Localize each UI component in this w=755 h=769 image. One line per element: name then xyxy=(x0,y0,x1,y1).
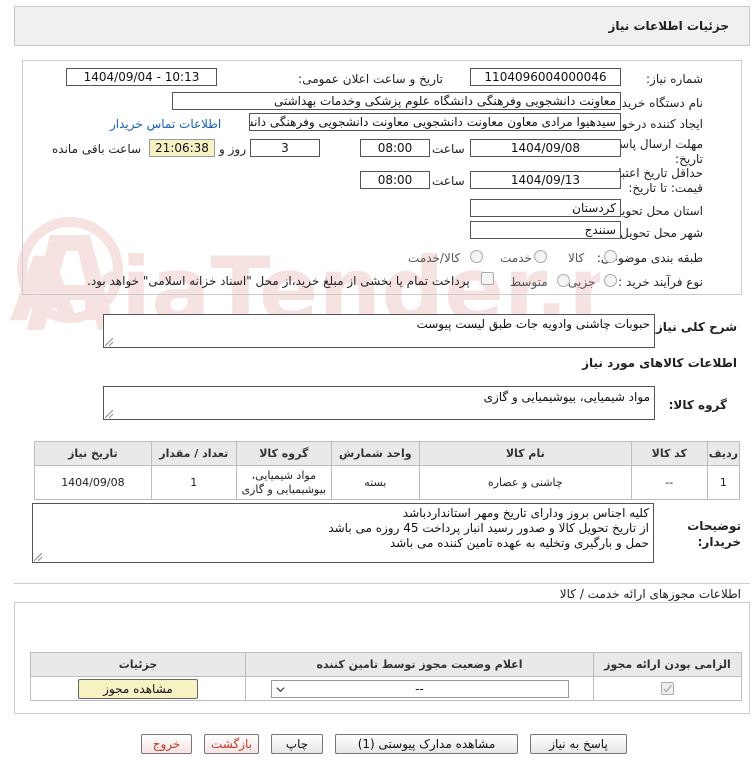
announce-date-label: تاریخ و ساعت اعلان عمومی: xyxy=(298,72,443,86)
respond-to-need-button[interactable]: پاسخ به نیاز xyxy=(530,734,627,754)
days-remaining-field: 3 xyxy=(250,139,320,157)
deadline-label-2: تاریخ: xyxy=(675,152,703,166)
view-permit-button[interactable]: مشاهده مجوز xyxy=(78,678,198,699)
city-label: شهر محل تحویل: xyxy=(616,226,703,240)
buyer-notes-label-2: خریدار: xyxy=(697,535,741,549)
category-service-radio[interactable] xyxy=(534,250,547,263)
category-goods-service-label: کالا/خدمت xyxy=(408,251,461,265)
col-header-permit-details: جزئیات xyxy=(30,652,246,677)
cell-quantity: 1 xyxy=(150,465,237,500)
resize-grip-icon[interactable] xyxy=(105,338,113,346)
col-header-item-name: نام کالا xyxy=(418,441,632,466)
requester-field: سیدهیوا مرادی معاون معاونت دانشجویی معاو… xyxy=(249,113,621,131)
buyer-notes-label: توضیحات xyxy=(687,519,741,533)
permits-table-header: الزامی بودن ارائه مجوز اعلام وضعیت مجوز … xyxy=(30,652,742,677)
buyer-note-line: کلیه اجناس بروز ودارای تاریخ ومهر استاند… xyxy=(402,506,649,520)
need-number-field: 1104096004000046 xyxy=(470,68,621,86)
province-label: استان محل تحویل: xyxy=(608,204,703,218)
announce-date-field: 1404/09/04 - 10:13 xyxy=(66,68,217,86)
cell-unit: بسته xyxy=(330,465,420,500)
col-header-need-date: تاریخ نیاز xyxy=(34,441,152,466)
cell-permit-details: مشاهده مجوز xyxy=(30,676,246,701)
goods-section-title: اطلاعات کالاهای مورد نیاز xyxy=(582,356,737,370)
process-medium-radio[interactable] xyxy=(557,274,570,287)
category-goods-radio[interactable] xyxy=(604,250,617,263)
validity-time-field: 08:00 xyxy=(360,171,430,189)
cell-permit-required xyxy=(593,676,742,701)
col-header-quantity: تعداد / مقدار xyxy=(150,441,237,466)
goods-table-header: ردیف کد کالا نام کالا واحد شمارش گروه کا… xyxy=(34,441,741,466)
col-header-item-group: گروه کالا xyxy=(235,441,332,466)
validity-date-field: 1404/09/13 xyxy=(470,171,621,189)
col-header-permit-required: الزامی بودن ارائه مجوز xyxy=(593,652,742,677)
goods-group-label: گروه کالا: xyxy=(668,398,727,412)
category-goods-label: کالا xyxy=(568,251,585,265)
permits-section-title: اطلاعات مجوزهای ارائه خدمت / کالا xyxy=(559,587,741,601)
days-and-label: روز و xyxy=(219,142,246,156)
cell-permit-status: -- xyxy=(245,676,594,701)
remaining-time-label: ساعت باقی مانده xyxy=(52,142,142,156)
table-row: -- مشاهده مجوز xyxy=(30,676,742,701)
col-header-unit: واحد شمارش xyxy=(330,441,420,466)
deadline-time-field: 08:00 xyxy=(360,139,430,157)
section-divider xyxy=(14,583,750,584)
col-header-item-code: کد کالا xyxy=(630,441,708,466)
permit-required-checkbox[interactable] xyxy=(661,682,674,695)
permit-status-value: -- xyxy=(415,681,424,696)
cell-item-code: -- xyxy=(630,465,708,500)
print-button[interactable]: چاپ xyxy=(271,734,323,754)
treasury-payment-checkbox[interactable] xyxy=(481,272,494,285)
buyer-org-field: معاونت دانشجویی وفرهنگی دانشگاه علوم پزش… xyxy=(172,92,621,110)
chevron-down-icon xyxy=(275,686,285,692)
permit-status-select[interactable]: -- xyxy=(270,679,569,698)
buyer-contact-link[interactable]: اطلاعات تماس خریدار xyxy=(110,117,221,131)
permits-table: الزامی بودن ارائه مجوز اعلام وضعیت مجوز … xyxy=(30,652,742,701)
process-minor-label: جزیی xyxy=(568,275,596,289)
summary-textarea: حبوبات چاشنی وادویه جات طبق لیست پیوست xyxy=(103,314,655,348)
need-number-label: شماره نیاز: xyxy=(646,72,703,86)
buyer-note-line: از تاریخ تحویل کالا و صدور رسید انبار پر… xyxy=(328,521,649,535)
cell-row-number: 1 xyxy=(706,465,741,500)
deadline-date-field: 1404/09/08 xyxy=(470,139,621,157)
category-goods-service-radio[interactable] xyxy=(470,250,483,263)
resize-grip-icon[interactable] xyxy=(34,553,42,561)
panel-title: جزئیات اطلاعات نیاز xyxy=(608,19,729,33)
panel-header: جزئیات اطلاعات نیاز xyxy=(14,6,750,46)
process-type-label: نوع فرآیند خرید : xyxy=(618,275,703,289)
deadline-time-label: ساعت xyxy=(432,142,465,156)
buyer-org-label: نام دستگاه خریدار: xyxy=(608,96,704,110)
process-medium-label: متوسط xyxy=(510,275,548,289)
table-row: 1 -- چاشنی و عصاره بسته مواد شیمیایی، بی… xyxy=(34,465,741,500)
remaining-time-field: 21:06:38 xyxy=(149,139,215,157)
summary-label: شرح کلی نیاز: xyxy=(651,320,737,334)
cell-need-date: 1404/09/08 xyxy=(34,465,152,500)
buyer-note-line: حمل و بارگیری وتخلیه به عهده تامین کننده… xyxy=(389,536,649,550)
validity-time-label: ساعت xyxy=(432,174,465,188)
validity-label: حداقل تاریخ اعتبار xyxy=(612,166,703,180)
city-field: سنندج xyxy=(470,221,621,239)
cell-item-name: چاشنی و عصاره xyxy=(418,465,632,500)
province-field: کردستان xyxy=(470,199,621,217)
category-service-label: خدمت xyxy=(500,251,532,265)
check-icon xyxy=(663,685,672,693)
treasury-payment-note: پرداخت تمام یا بخشی از مبلغ خرید،از محل … xyxy=(87,274,470,288)
view-attachments-button[interactable]: مشاهده مدارک پیوستی (1) xyxy=(335,734,518,754)
process-minor-radio[interactable] xyxy=(604,274,617,287)
cell-item-group: مواد شیمیایی، بیوشیمیایی و گازی xyxy=(235,465,332,500)
goods-group-field: مواد شیمیایی، بیوشیمیایی و گازی xyxy=(103,386,655,420)
buyer-notes-textarea: کلیه اجناس بروز ودارای تاریخ ومهر استاند… xyxy=(32,503,654,563)
col-header-permit-status: اعلام وضعیت مجوز توسط تامین کننده xyxy=(245,652,594,677)
validity-label-2: قیمت: تا تاریخ: xyxy=(628,181,703,195)
resize-grip-icon[interactable] xyxy=(105,410,113,418)
col-header-row-number: ردیف xyxy=(706,441,741,466)
goods-table: ردیف کد کالا نام کالا واحد شمارش گروه کا… xyxy=(34,441,741,500)
exit-button[interactable]: خروج xyxy=(141,734,192,754)
back-button[interactable]: بازگشت xyxy=(204,734,259,754)
